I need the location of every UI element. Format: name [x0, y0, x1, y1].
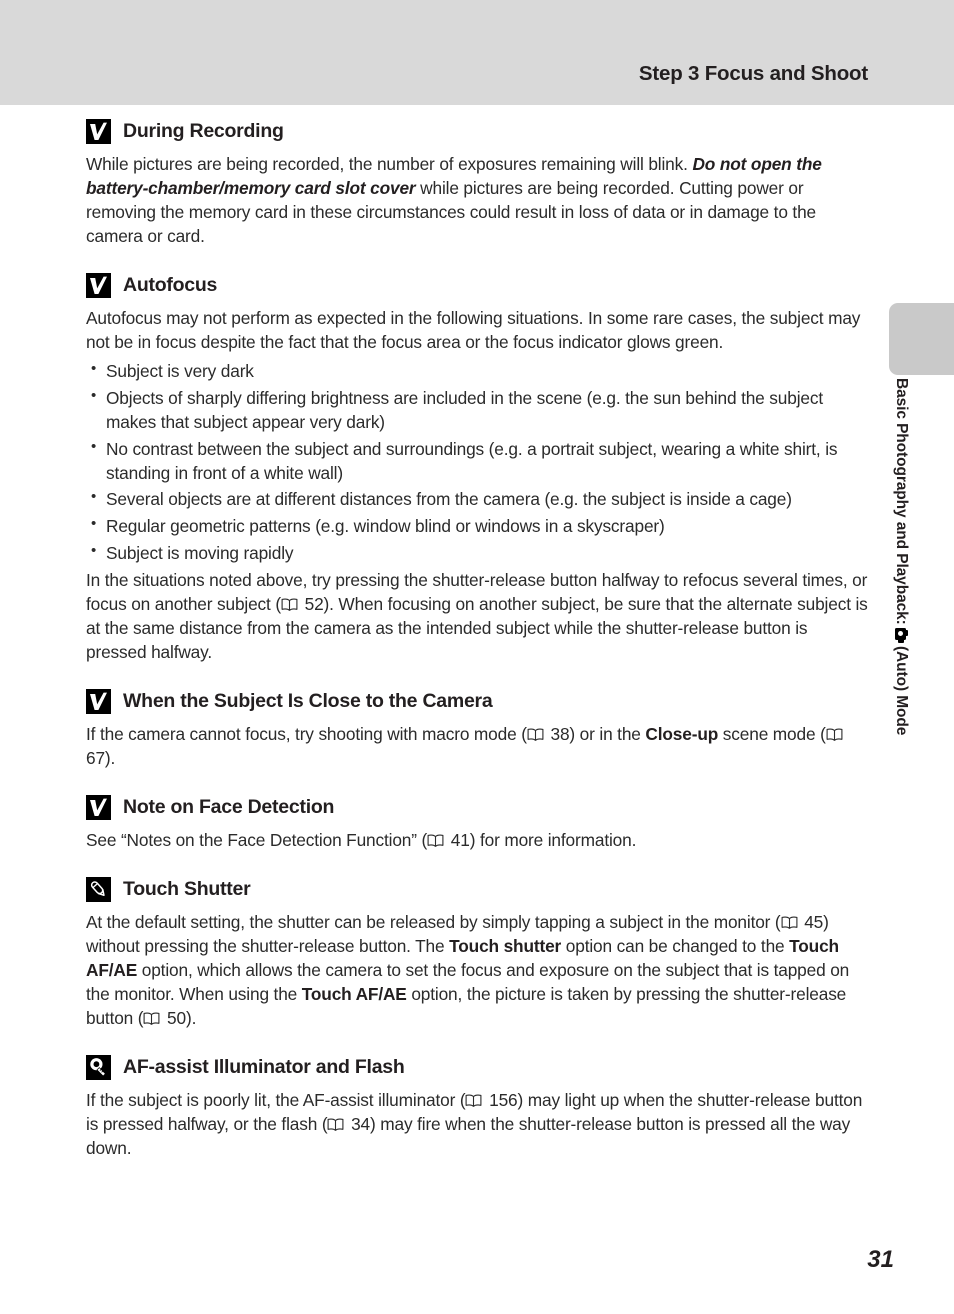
list-item: Subject is very dark: [86, 359, 868, 384]
camera-auto-icon: [894, 627, 909, 643]
book-icon: [527, 728, 544, 742]
section-heading: During Recording: [86, 119, 868, 144]
list-item: No contrast between the subject and surr…: [86, 437, 868, 486]
lightbulb-icon: [86, 1054, 111, 1080]
list-item: Subject is moving rapidly: [86, 541, 868, 566]
section-subject-close-to-camera: When the Subject Is Close to the Camera I…: [86, 689, 868, 771]
book-icon: [143, 1012, 160, 1025]
book-icon: [826, 728, 843, 742]
section-title: During Recording: [123, 119, 284, 142]
pencil-icon: [86, 877, 111, 903]
section-title: Note on Face Detection: [123, 795, 335, 818]
note-check-icon: [86, 689, 111, 715]
section-heading: Note on Face Detection: [86, 795, 868, 821]
book-icon: [465, 1094, 482, 1107]
section-paragraph: At the default setting, the shutter can …: [86, 912, 850, 1028]
note-check-icon: [86, 272, 111, 298]
section-title: When the Subject Is Close to the Camera: [123, 689, 493, 712]
document-content: During Recording While pictures are being…: [86, 119, 868, 1166]
section-title: AF-assist Illuminator and Flash: [123, 1055, 405, 1078]
section-heading: Touch Shutter: [86, 877, 868, 903]
section-during-recording: During Recording While pictures are being…: [86, 119, 868, 249]
list-item: Several objects are at different distanc…: [86, 487, 868, 512]
section-paragraph: While pictures are being recorded, the n…: [86, 154, 822, 246]
list-item: Objects of sharply differing brightness …: [86, 386, 868, 435]
book-icon: [781, 916, 798, 929]
section-paragraph: Autofocus may not perform as expected in…: [86, 307, 861, 352]
section-autofocus: Autofocus Autofocus may not perform as ex…: [86, 272, 868, 665]
book-icon: [327, 1118, 344, 1131]
bullet-list: Subject is very darkObjects of sharply d…: [86, 359, 868, 567]
chapter-side-label: Basic Photography and Playback: (Auto) M…: [892, 378, 920, 848]
page-number: 31: [867, 1246, 894, 1273]
chapter-label-before: Basic Photography and Playback:: [893, 378, 910, 625]
page-header-band: Step 3 Focus and Shoot: [0, 0, 954, 105]
list-item: Regular geometric patterns (e.g. window …: [86, 514, 868, 539]
section-paragraph: If the camera cannot focus, try shooting…: [86, 723, 868, 771]
chapter-tab: [889, 303, 954, 375]
section-heading: Autofocus: [86, 272, 868, 298]
section-paragraph: In the situations noted above, try press…: [86, 570, 868, 663]
book-icon: [281, 598, 298, 612]
note-check-icon: [86, 119, 111, 144]
chapter-label-after: (Auto) Mode: [893, 645, 910, 735]
section-paragraph: If the subject is poorly lit, the AF-ass…: [86, 1089, 863, 1158]
section-touch-shutter: Touch Shutter At the default setting, the…: [86, 877, 868, 1031]
section-af-assist-illuminator-and-flash: AF-assist Illuminator and Flash If the su…: [86, 1054, 868, 1161]
section-heading: AF-assist Illuminator and Flash: [86, 1054, 868, 1080]
section-paragraph: See “Notes on the Face Detection Functio…: [86, 830, 637, 851]
book-icon: [427, 834, 444, 847]
section-heading: When the Subject Is Close to the Camera: [86, 689, 868, 715]
page-title: Step 3 Focus and Shoot: [638, 62, 868, 85]
note-check-icon: [86, 795, 111, 821]
section-title: Autofocus: [123, 273, 218, 296]
section-title: Touch Shutter: [123, 877, 251, 900]
section-note-face-detection: Note on Face Detection See “Notes on the …: [86, 795, 868, 853]
